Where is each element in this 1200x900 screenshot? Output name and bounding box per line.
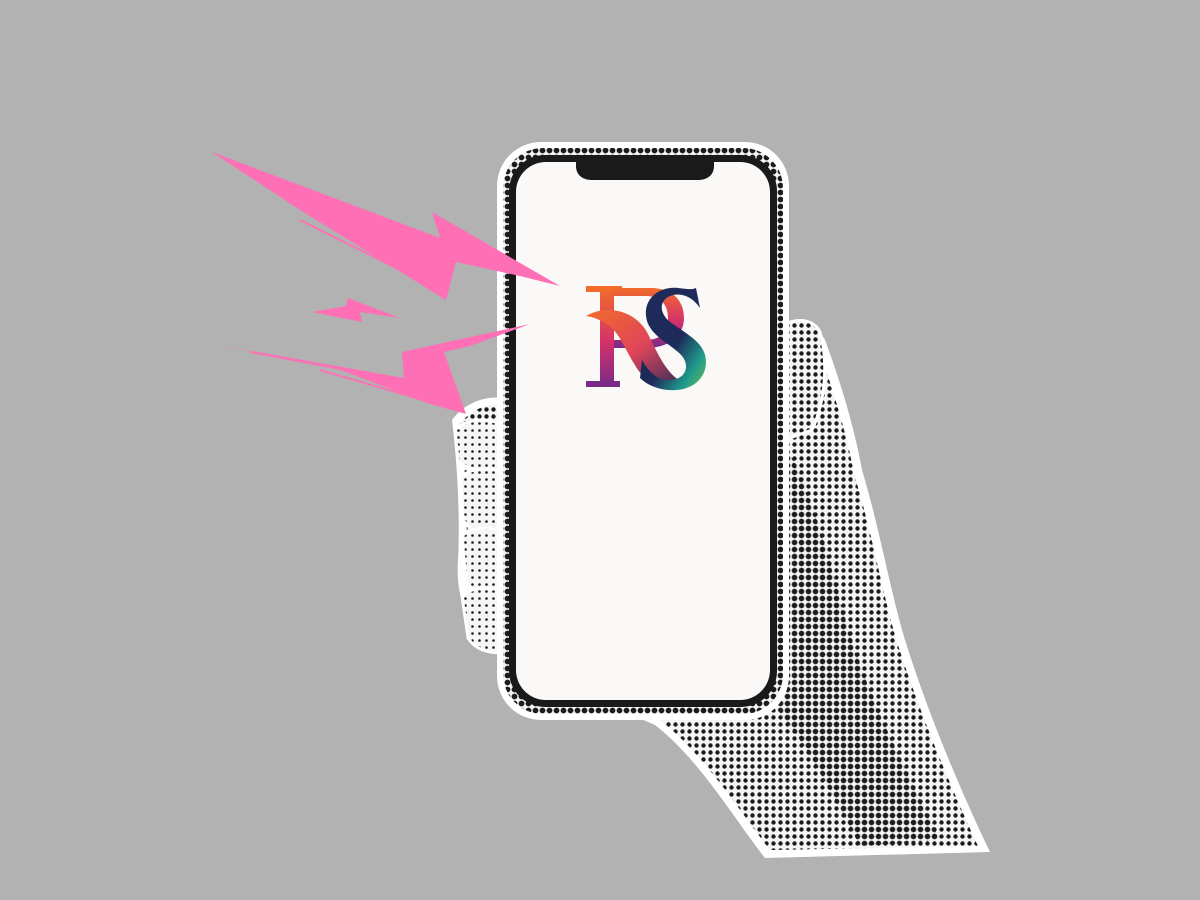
logo-r-stem [600, 288, 614, 386]
logo-r-bottom-serif [586, 381, 620, 387]
lightning-bolt-small [312, 298, 400, 322]
smartphone-icon [497, 142, 789, 720]
phone-screen [516, 162, 770, 700]
phone-notch [576, 160, 714, 180]
illustration [212, 142, 990, 858]
